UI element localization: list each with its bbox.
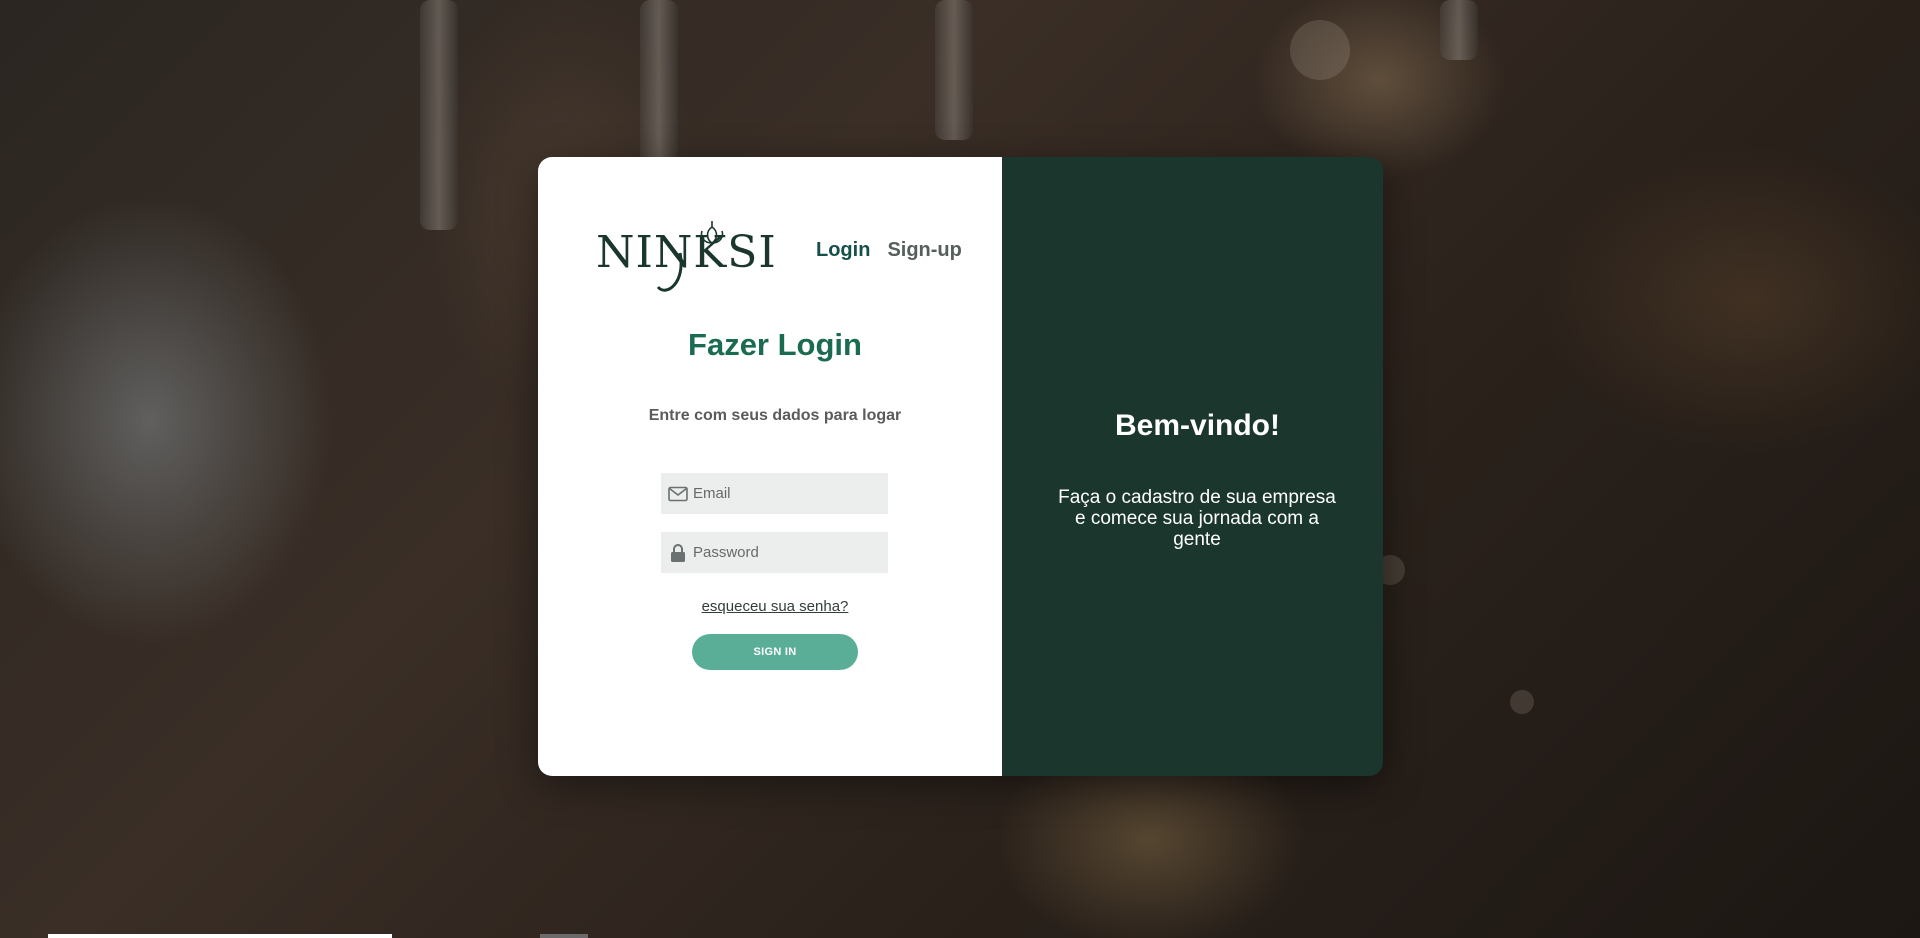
password-field[interactable] bbox=[661, 532, 888, 573]
welcome-panel: Bem-vindo! Faça o cadastro de sua empres… bbox=[1002, 157, 1383, 776]
envelope-icon bbox=[667, 483, 689, 505]
background-tap bbox=[420, 0, 458, 230]
auth-card: NINKSI Login Sign-up Fazer Login Entre c… bbox=[538, 157, 1383, 776]
background-bokeh bbox=[1290, 20, 1350, 80]
welcome-title: Bem-vindo! bbox=[1115, 409, 1280, 442]
auth-nav: Login Sign-up bbox=[816, 239, 962, 262]
lock-icon bbox=[667, 542, 689, 564]
background-tap bbox=[1440, 0, 1478, 60]
bottom-marker bbox=[540, 934, 588, 938]
forgot-password-link[interactable]: esqueceu sua senha? bbox=[538, 598, 1012, 615]
sign-in-button[interactable]: SIGN IN bbox=[692, 634, 858, 670]
logo-text: NINKSI bbox=[596, 227, 777, 278]
background-tap bbox=[935, 0, 973, 140]
password-input[interactable] bbox=[693, 544, 883, 561]
nav-login-link[interactable]: Login bbox=[816, 239, 870, 262]
welcome-text: Faça o cadastro de sua empresa e comece … bbox=[1058, 487, 1336, 550]
bottom-scrollbar[interactable] bbox=[48, 934, 392, 938]
email-field[interactable] bbox=[661, 473, 888, 514]
background-bokeh bbox=[1510, 690, 1534, 714]
login-subtitle: Entre com seus dados para logar bbox=[648, 407, 902, 424]
nav-signup-link[interactable]: Sign-up bbox=[887, 239, 961, 262]
login-title: Fazer Login bbox=[688, 327, 862, 362]
login-panel: NINKSI Login Sign-up Fazer Login Entre c… bbox=[538, 157, 1002, 776]
email-input[interactable] bbox=[693, 485, 883, 502]
background-tap bbox=[640, 0, 678, 170]
ninksi-logo[interactable]: NINKSI bbox=[596, 213, 776, 295]
